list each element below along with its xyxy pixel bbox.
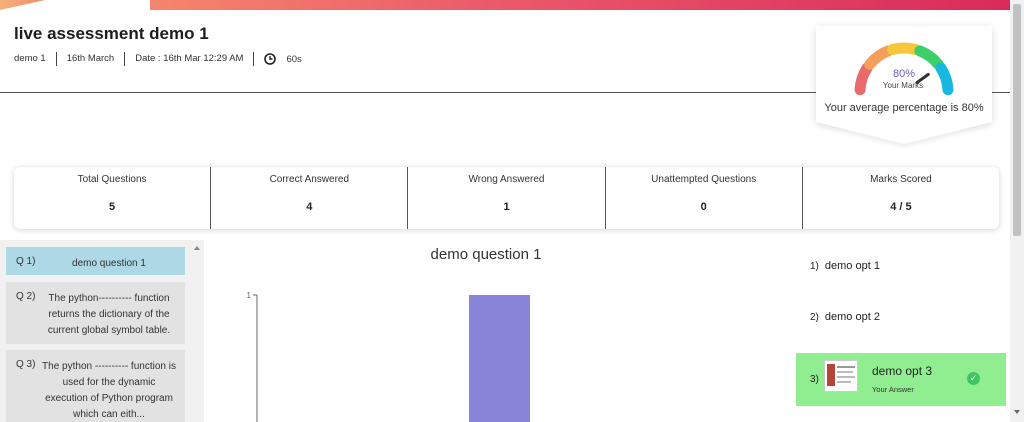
- scroll-down-icon[interactable]: [1014, 410, 1020, 414]
- option-number: 3): [810, 374, 819, 385]
- option-thumbnail-image: [824, 360, 858, 392]
- stat-value: 5: [109, 201, 116, 213]
- stat-marks-scored: Marks Scored 4 / 5: [803, 167, 999, 229]
- top-accent-stripe: [0, 0, 1010, 10]
- stat-wrong-answered: Wrong Answered 1: [408, 167, 606, 229]
- stats-summary: Total Questions 5 Correct Answered 4 Wro…: [14, 167, 999, 229]
- gauge-segment: [887, 42, 921, 55]
- question-title: demo question 1: [430, 246, 542, 263]
- stat-value: 4 / 5: [890, 201, 912, 213]
- question-item-1[interactable]: Q 1) demo question 1: [6, 247, 185, 275]
- meta-date: Date : 16th Mar 12:29 AM: [125, 52, 255, 66]
- gauge-segment: [935, 62, 954, 96]
- option-label: demo opt 2: [824, 311, 880, 323]
- question-number: Q 1): [16, 256, 36, 267]
- question-text: demo question 1: [72, 258, 146, 269]
- stat-correct-answered: Correct Answered 4: [211, 167, 409, 229]
- page-scrollbar[interactable]: [1010, 0, 1024, 422]
- option-1[interactable]: 1) demo opt 1: [810, 260, 880, 272]
- stat-label: Total Questions: [77, 174, 147, 185]
- question-list-scrollbar[interactable]: [191, 240, 204, 422]
- question-item-2[interactable]: Q 2) The python---------- function retur…: [6, 282, 185, 344]
- page-title: live assessment demo 1: [14, 24, 209, 43]
- question-number: Q 3): [16, 359, 36, 370]
- option-number: 1): [810, 261, 819, 272]
- average-percentage-text: Your average percentage is 80%: [824, 102, 984, 114]
- option-label: demo opt 1: [824, 260, 880, 272]
- check-icon: ✓: [967, 372, 980, 385]
- stat-value: 1: [503, 201, 510, 213]
- your-answer-tag: Your Answer: [872, 385, 914, 394]
- y-tick-label: 1: [247, 291, 252, 300]
- option-label: demo opt 3: [872, 364, 933, 378]
- stat-value: 4: [306, 201, 313, 213]
- question-text: The python ---------- function is used f…: [42, 361, 176, 420]
- stat-label: Marks Scored: [870, 174, 932, 185]
- stat-total-questions: Total Questions 5: [14, 167, 212, 229]
- scroll-up-icon[interactable]: [194, 246, 200, 250]
- gauge-segment: [864, 45, 894, 70]
- gauge-segment: [854, 62, 873, 96]
- answer-bar-chart: 1: [247, 291, 530, 422]
- accent-corner: [0, 0, 45, 10]
- question-text: The python---------- function returns th…: [47, 293, 171, 336]
- stat-unattempted: Unattempted Questions 0: [606, 167, 803, 229]
- question-item-3[interactable]: Q 3) The python ---------- function is u…: [6, 350, 185, 422]
- page-header: live assessment demo 1: [14, 24, 209, 44]
- stat-label: Wrong Answered: [468, 174, 545, 185]
- assessment-meta: demo 1 16th March Date : 16th Mar 12:29 …: [14, 52, 302, 66]
- stat-label: Correct Answered: [269, 174, 350, 185]
- meta-duration: 60s: [286, 53, 302, 65]
- gauge-segment: [914, 45, 944, 70]
- chart-bar: [469, 295, 530, 422]
- scrollbar-thumb[interactable]: [1013, 4, 1021, 236]
- question-number: Q 2): [16, 291, 36, 302]
- clock-icon: [254, 53, 282, 65]
- gauge-label: Your Marks: [882, 81, 924, 90]
- option-3-selected[interactable]: 3) demo opt 3 Your Answer ✓: [796, 353, 1006, 406]
- marks-gauge-card: 80% Your Marks Your average percentage i…: [816, 26, 992, 122]
- question-list: Q 1) demo question 1 Q 2) The python----…: [0, 240, 204, 422]
- accent-bar: [150, 0, 1010, 10]
- stat-label: Unattempted Questions: [651, 174, 757, 185]
- option-2[interactable]: 2) demo opt 2: [810, 311, 880, 323]
- gauge-percent: 80%: [892, 68, 916, 80]
- meta-name: demo 1: [14, 52, 57, 66]
- option-number: 2): [810, 312, 819, 323]
- stat-value: 0: [700, 201, 707, 213]
- meta-day: 16th March: [57, 52, 126, 66]
